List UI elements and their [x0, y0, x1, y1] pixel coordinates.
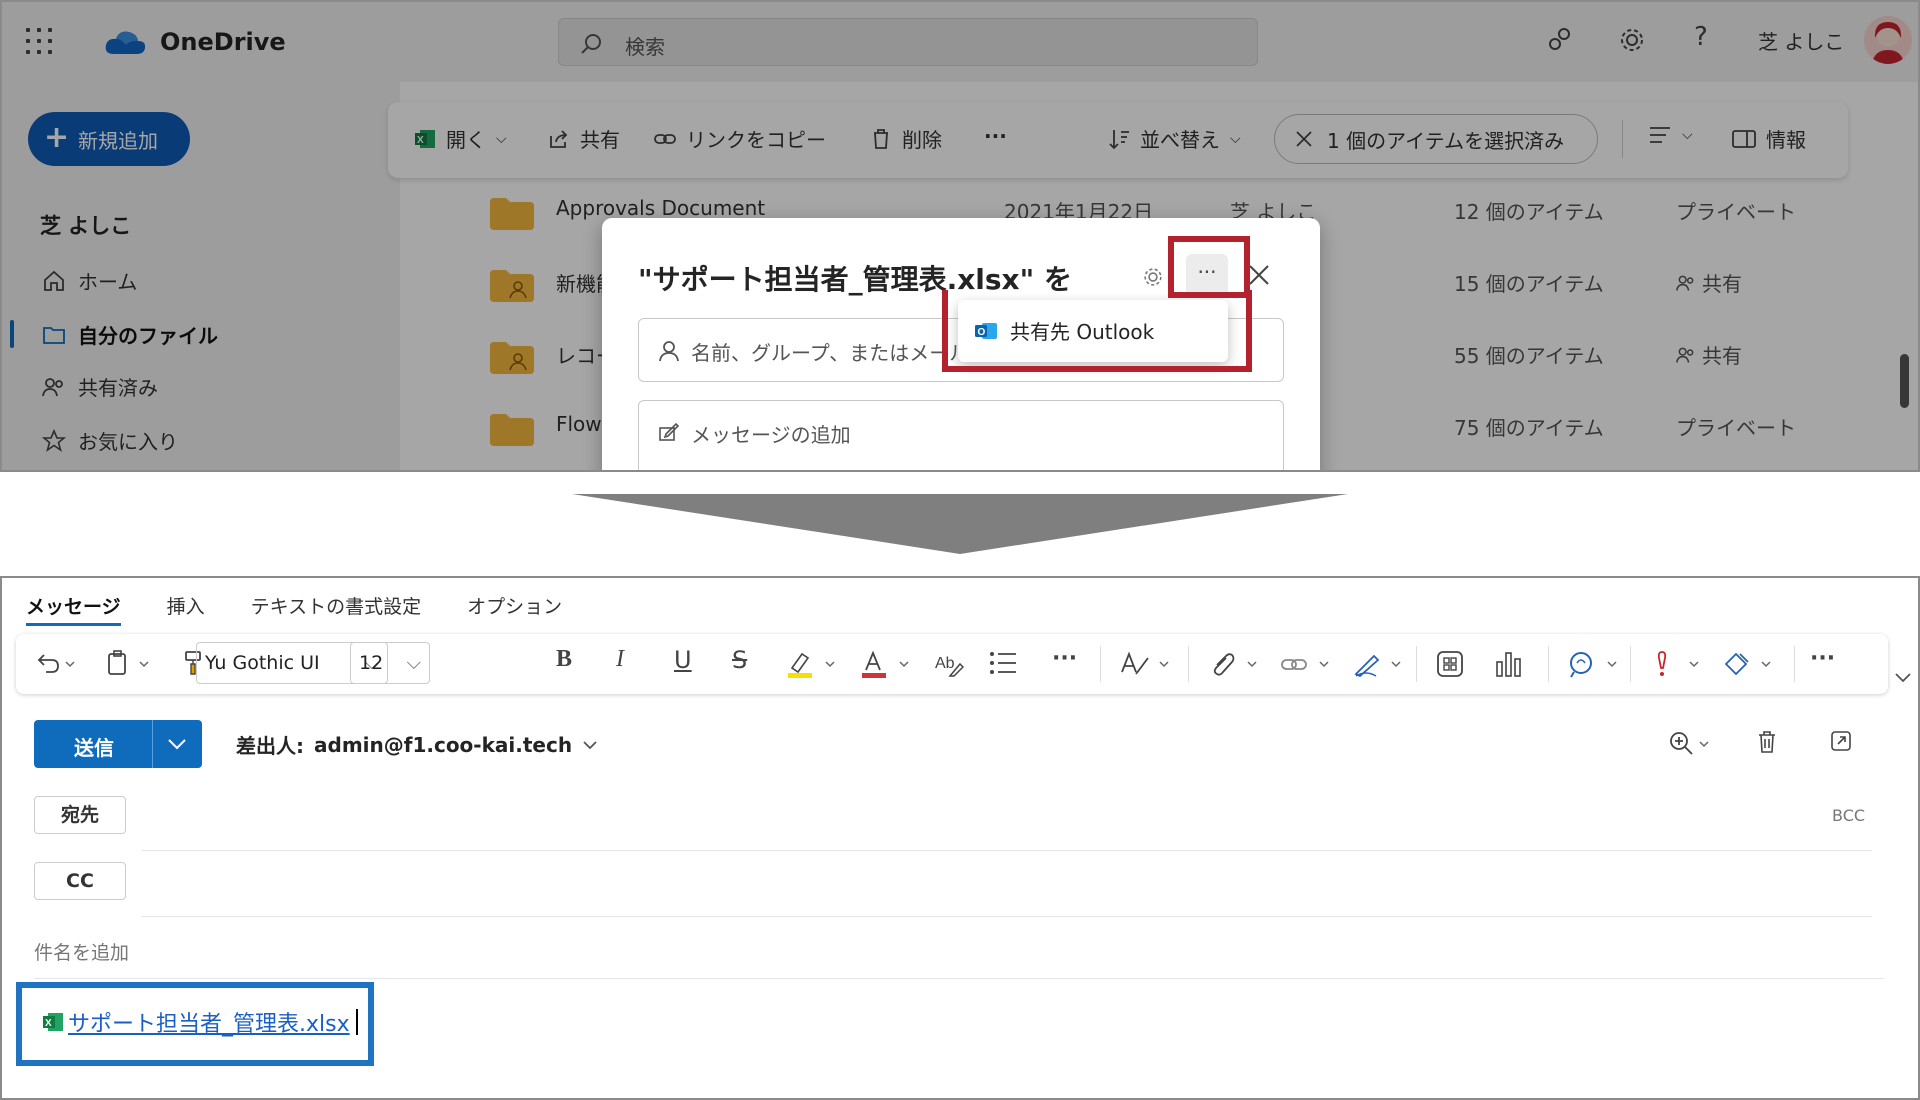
strikethrough-icon[interactable]: S — [732, 646, 747, 674]
divider — [142, 850, 1872, 851]
paste-icon[interactable] — [106, 650, 150, 676]
bullets-icon[interactable] — [988, 650, 1018, 676]
person-icon — [659, 340, 679, 362]
cc-button[interactable]: CC — [34, 862, 126, 900]
font-name-value: Yu Gothic UI — [205, 652, 320, 674]
copilot-icon[interactable] — [1568, 650, 1620, 678]
highlight-color-icon[interactable] — [786, 650, 838, 678]
divider — [1630, 646, 1631, 682]
pop-out-icon[interactable] — [1830, 730, 1852, 752]
from-selector[interactable]: 差出人: admin@f1.coo-kai.tech — [236, 730, 598, 759]
from-address: admin@f1.coo-kai.tech — [314, 732, 573, 757]
discard-trash-icon[interactable] — [1756, 730, 1778, 754]
ribbon-tabs: メッセージ 挿入 テキストの書式設定 オプション — [26, 592, 562, 626]
more-formatting-icon[interactable]: ··· — [1052, 646, 1077, 671]
svg-text:Ab: Ab — [935, 655, 955, 672]
more-options-icon[interactable]: ··· — [1810, 646, 1835, 671]
highlight-box — [942, 290, 1252, 372]
chevron-down-icon[interactable] — [166, 734, 188, 754]
divider — [142, 916, 1872, 917]
transition-arrow — [572, 494, 1348, 554]
divider — [1548, 646, 1549, 682]
edit-message-icon — [659, 422, 679, 442]
chevron-down-icon — [582, 739, 598, 751]
divider — [1100, 646, 1101, 682]
send-label: 送信 — [74, 736, 114, 760]
underline-icon[interactable]: U — [674, 646, 692, 674]
poll-chart-icon[interactable] — [1494, 650, 1522, 678]
bcc-button[interactable]: BCC — [1832, 806, 1865, 825]
apps-icon[interactable] — [1436, 650, 1464, 678]
font-size-select[interactable]: 12 ⌵ — [350, 642, 430, 684]
insert-link-icon[interactable] — [1280, 650, 1332, 678]
italic-icon[interactable]: I — [616, 646, 624, 673]
sensitivity-icon[interactable] — [1722, 650, 1774, 678]
divider — [152, 720, 153, 768]
ribbon-expand-icon[interactable] — [1894, 670, 1912, 684]
divider — [34, 978, 1884, 979]
font-size-value: 12 — [359, 652, 384, 674]
subject-input[interactable]: 件名を追加 — [34, 938, 129, 965]
highlight-box — [16, 982, 374, 1066]
from-label: 差出人: — [236, 734, 304, 758]
undo-icon[interactable] — [36, 650, 76, 676]
importance-icon[interactable] — [1650, 650, 1702, 678]
send-button[interactable]: 送信 — [34, 720, 202, 768]
outlook-compose-screenshot: メッセージ 挿入 テキストの書式設定 オプション Yu Gothic UI ⌵ … — [0, 576, 1920, 1100]
bold-icon[interactable]: B — [556, 646, 572, 673]
highlight-box — [1168, 236, 1250, 298]
font-color-icon[interactable] — [860, 650, 912, 678]
chevron-down-icon: ⌵ — [406, 652, 421, 674]
gear-icon[interactable] — [1142, 266, 1164, 288]
editor-icon[interactable] — [1120, 650, 1172, 678]
divider — [1794, 646, 1795, 682]
ribbon-toolbar: Yu Gothic UI ⌵ 12 ⌵ B I U S Ab ··· ··· — [16, 634, 1888, 694]
to-button[interactable]: 宛先 — [34, 796, 126, 834]
attach-icon[interactable] — [1208, 650, 1260, 678]
tab-message[interactable]: メッセージ — [26, 592, 121, 626]
tab-options[interactable]: オプション — [467, 592, 562, 626]
signature-icon[interactable] — [1352, 650, 1404, 678]
tab-insert[interactable]: 挿入 — [167, 592, 205, 626]
message-placeholder: メッセージの追加 — [691, 423, 851, 447]
message-input[interactable]: メッセージの追加 — [638, 400, 1284, 470]
zoom-icon[interactable] — [1668, 730, 1712, 758]
close-icon[interactable] — [1248, 264, 1270, 286]
clear-formatting-icon[interactable]: Ab — [934, 650, 964, 678]
divider — [1188, 646, 1189, 682]
divider — [1416, 646, 1417, 682]
tab-format-text[interactable]: テキストの書式設定 — [251, 592, 421, 626]
onedrive-screenshot: OneDrive 検索 ? 芝 よしこ + 新規追加 芝 よしこ ホーム 自分の… — [0, 0, 1920, 472]
